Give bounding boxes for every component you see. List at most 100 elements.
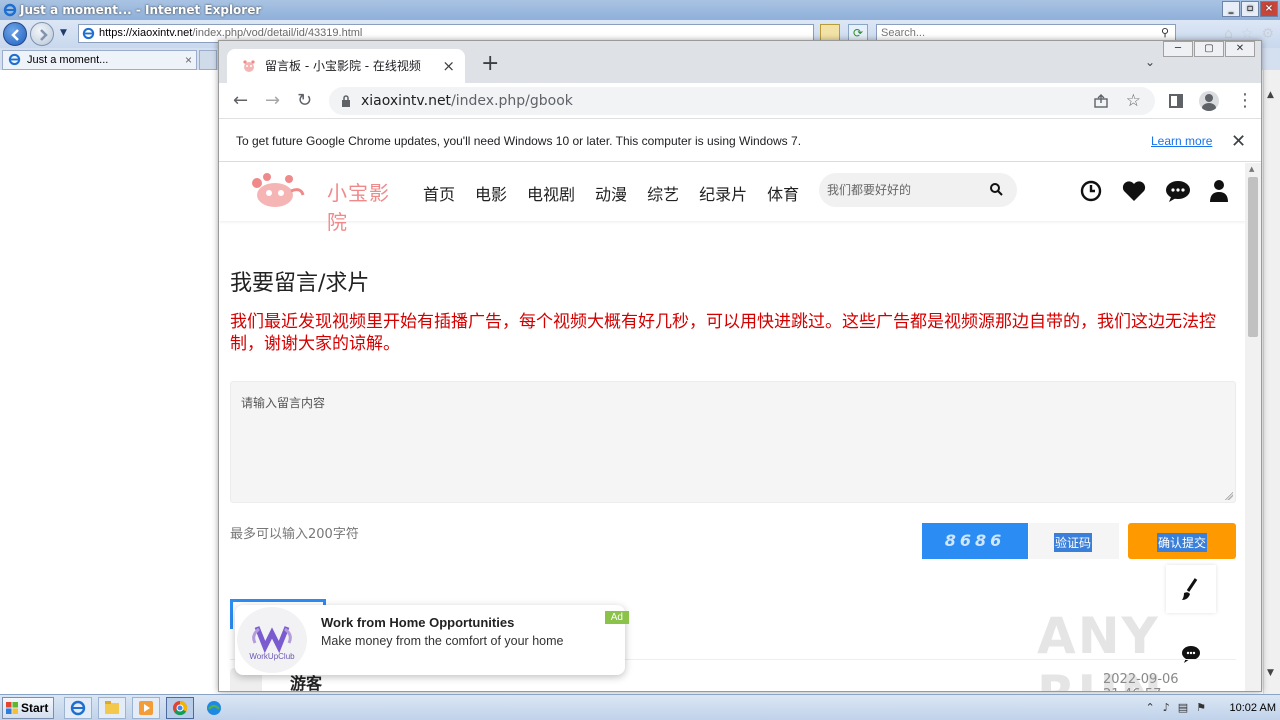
- system-clock[interactable]: 10:02 AM: [1230, 695, 1276, 720]
- chrome-back-button[interactable]: ←: [233, 91, 248, 111]
- captcha-input[interactable]: 验证码: [1029, 523, 1119, 559]
- chrome-url-host: xiaoxintv.net: [361, 93, 452, 109]
- learn-more-link[interactable]: Learn more: [1151, 120, 1212, 162]
- ie-search-placeholder: Search...: [881, 27, 926, 39]
- chrome-new-tab-button[interactable]: +: [481, 51, 499, 77]
- search-icon[interactable]: [990, 183, 1003, 196]
- nav-item-movies[interactable]: 电影: [475, 181, 507, 205]
- chrome-reload-button[interactable]: ↻: [297, 91, 312, 111]
- history-clock-icon[interactable]: [1079, 179, 1103, 203]
- nav-item-home[interactable]: 首页: [423, 181, 455, 205]
- taskbar-ie-button[interactable]: [64, 697, 92, 719]
- ie-logo-icon: [3, 3, 17, 17]
- ie-close-button[interactable]: ×: [1260, 1, 1278, 17]
- ie-vertical-scrollbar[interactable]: ▲ ▼: [1263, 70, 1280, 694]
- site-logo-text: 小宝影院: [327, 181, 390, 234]
- baby-logo-icon: [252, 173, 305, 207]
- chrome-tab-gbook[interactable]: 留言板 - 小宝影院 - 在线视频 ×: [227, 49, 465, 83]
- chrome-menu-icon[interactable]: ⋮: [1236, 91, 1254, 111]
- nav-item-anime[interactable]: 动漫: [595, 181, 627, 205]
- ie-title-bar: Just a moment... - Internet Explorer _ ▫…: [0, 0, 1280, 20]
- web-page: 小宝影院 首页 电影 电视剧 动漫 综艺 纪录片 体育 我们都要好好的 我要留言…: [219, 163, 1246, 691]
- folder-icon: [105, 701, 119, 714]
- taskbar-chrome-button[interactable]: [166, 697, 194, 719]
- page-scrollbar[interactable]: ▲: [1245, 163, 1261, 691]
- scroll-up-icon[interactable]: ▲: [1267, 90, 1274, 100]
- lock-icon: [342, 95, 350, 107]
- chrome-forward-button[interactable]: →: [265, 91, 280, 111]
- bookmark-star-icon[interactable]: ☆: [1126, 87, 1141, 115]
- message-textarea[interactable]: 请输入留言内容: [230, 381, 1236, 503]
- infobar-close-icon[interactable]: ✕: [1231, 120, 1246, 162]
- start-button[interactable]: Start: [2, 697, 54, 719]
- ad-notice-text: 我们最近发现视频里开始有插播广告，每个视频大概有好几秒，可以用快进跳过。这些广告…: [230, 312, 1216, 354]
- favorites-heart-icon[interactable]: [1121, 179, 1147, 203]
- nav-item-variety[interactable]: 综艺: [647, 181, 679, 205]
- ie-tab-icon: [8, 53, 21, 66]
- profile-avatar-icon[interactable]: [1199, 91, 1219, 111]
- windows-taskbar: Start ⌃ ♪ ▤ ⚑ 10:02 AM: [0, 694, 1280, 720]
- captcha-image[interactable]: 8686: [922, 523, 1028, 559]
- submit-button[interactable]: 确认提交: [1128, 523, 1236, 559]
- network-icon[interactable]: ▤: [1178, 701, 1188, 714]
- edge-icon: [207, 701, 221, 715]
- scroll-up-icon[interactable]: ▲: [1249, 165, 1254, 173]
- message-chat-icon[interactable]: [1165, 179, 1191, 203]
- chrome-window-controls: ─ ▢ ✕: [1162, 41, 1255, 57]
- volume-icon[interactable]: ♪: [1163, 701, 1170, 714]
- ie-history-dropdown-icon[interactable]: ▼: [60, 28, 67, 38]
- chrome-update-infobar: To get future Google Chrome updates, you…: [219, 120, 1261, 162]
- windows-flag-icon: [6, 702, 18, 714]
- ad-logo-text: WorkUpClub: [249, 652, 295, 661]
- nav-item-sports[interactable]: 体育: [767, 181, 799, 205]
- chrome-close-button[interactable]: ✕: [1225, 41, 1255, 57]
- chrome-omnibox[interactable]: xiaoxintv.net/index.php/gbook ☆: [329, 87, 1155, 115]
- side-panel-icon[interactable]: [1169, 94, 1183, 108]
- taskbar-explorer-button[interactable]: [98, 697, 126, 719]
- taskbar-media-player-button[interactable]: [132, 697, 160, 719]
- system-tray-icons: ⌃ ♪ ▤ ⚑: [1145, 701, 1206, 714]
- resize-handle-icon[interactable]: [1225, 492, 1233, 500]
- scrollbar-thumb[interactable]: [1248, 177, 1258, 337]
- scroll-down-icon[interactable]: ▼: [1267, 668, 1274, 678]
- ie-window-controls: _ ▫ ×: [1222, 1, 1278, 17]
- submit-button-label: 确认提交: [1157, 533, 1208, 552]
- chrome-tab-close-icon[interactable]: ×: [442, 49, 455, 83]
- action-center-flag-icon[interactable]: ⚑: [1196, 701, 1206, 714]
- brush-icon: [1182, 578, 1198, 600]
- ie-new-tab-button[interactable]: [199, 50, 217, 70]
- chrome-url-path: /index.php/gbook: [451, 93, 573, 109]
- site-favicon-icon: [243, 60, 255, 72]
- chrome-maximize-button[interactable]: ▢: [1194, 41, 1224, 57]
- gear-icon[interactable]: ⚙: [1261, 26, 1274, 42]
- start-label: Start: [21, 701, 49, 715]
- ad-popup[interactable]: WorkUpClub Work from Home Opportunities …: [235, 605, 629, 675]
- arrow-left-icon: [11, 29, 19, 41]
- nav-item-tv[interactable]: 电视剧: [527, 181, 575, 205]
- site-nav: 首页 电影 电视剧 动漫 综艺 纪录片 体育: [423, 181, 799, 205]
- theme-brush-button[interactable]: [1166, 565, 1216, 613]
- tray-expand-icon[interactable]: ⌃: [1145, 701, 1154, 714]
- ie-maximize-button[interactable]: ▫: [1241, 1, 1259, 17]
- user-account-icon[interactable]: [1209, 179, 1229, 203]
- arrow-right-icon: [40, 29, 48, 41]
- ie-tab-just-a-moment[interactable]: Just a moment... ×: [2, 50, 197, 70]
- ie-tab-close-icon[interactable]: ×: [185, 51, 192, 69]
- site-search-placeholder: 我们都要好好的: [827, 183, 912, 197]
- captcha-input-placeholder: 验证码: [1054, 533, 1093, 552]
- chrome-minimize-button[interactable]: ─: [1163, 41, 1193, 57]
- ie-forward-button[interactable]: [30, 22, 54, 46]
- chrome-icon: [173, 700, 188, 716]
- media-player-icon: [139, 701, 153, 715]
- share-icon[interactable]: [1093, 93, 1109, 109]
- site-search-input[interactable]: 我们都要好好的: [819, 173, 1017, 207]
- taskbar-edge-button[interactable]: [200, 697, 228, 719]
- site-logo[interactable]: 小宝影院: [245, 169, 405, 234]
- chrome-tab-search-icon[interactable]: ⌄: [1145, 55, 1155, 69]
- ie-tab-label: Just a moment...: [27, 54, 109, 66]
- ie-minimize-button[interactable]: _: [1222, 1, 1240, 17]
- workupclub-logo-icon: WorkUpClub: [249, 626, 295, 661]
- ie-back-button[interactable]: [3, 22, 27, 46]
- nav-item-documentary[interactable]: 纪录片: [699, 181, 747, 205]
- ad-logo: WorkUpClub: [237, 607, 307, 673]
